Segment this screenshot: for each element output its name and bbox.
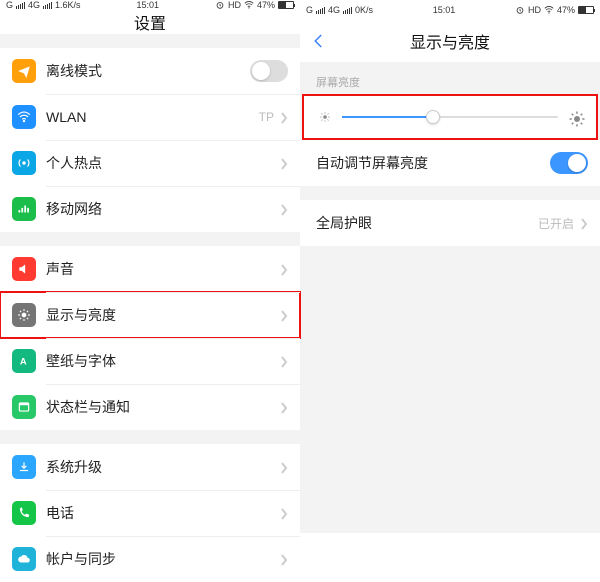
cloud-icon bbox=[12, 547, 36, 571]
hd-label: HD bbox=[528, 5, 541, 15]
settings-panel: G 4G 1.6K/s 15:01 HD 47% 设置 离线模式 WLAN TP bbox=[0, 0, 300, 533]
row-wlan[interactable]: WLAN TP bbox=[0, 94, 300, 140]
row-phone[interactable]: 电话 bbox=[0, 490, 300, 536]
group-eye: 全局护眼 已开启 bbox=[300, 200, 600, 246]
brightness-highlight bbox=[302, 94, 598, 140]
battery-icon bbox=[278, 1, 294, 9]
back-button[interactable] bbox=[310, 32, 328, 50]
row-wallpaper[interactable]: A 壁纸与字体 bbox=[0, 338, 300, 384]
wifi-icon bbox=[544, 5, 554, 15]
row-account-sync[interactable]: 帐户与同步 bbox=[0, 536, 300, 582]
row-label: 声音 bbox=[46, 259, 280, 279]
brightness-icon bbox=[12, 303, 36, 327]
row-label: 个人热点 bbox=[46, 153, 280, 173]
row-system-update[interactable]: 系统升级 bbox=[0, 444, 300, 490]
signal-icon bbox=[316, 7, 325, 14]
group-display: 声音 显示与亮度 A 壁纸与字体 状态栏与通知 bbox=[0, 246, 300, 430]
row-mobile-network[interactable]: 移动网络 bbox=[0, 186, 300, 232]
signal-icon bbox=[343, 7, 352, 14]
row-label: 移动网络 bbox=[46, 199, 280, 219]
wallpaper-icon: A bbox=[12, 349, 36, 373]
battery-pct: 47% bbox=[557, 5, 575, 15]
row-label: 全局护眼 bbox=[316, 213, 538, 233]
chevron-right-icon bbox=[280, 157, 288, 169]
net-speed: 0K/s bbox=[355, 5, 373, 15]
airplane-icon bbox=[12, 59, 36, 83]
hd-label: HD bbox=[228, 0, 241, 10]
row-label: 离线模式 bbox=[46, 61, 250, 81]
sound-icon bbox=[12, 257, 36, 281]
row-value: TP bbox=[259, 110, 274, 124]
row-label: 壁纸与字体 bbox=[46, 351, 280, 371]
slider-thumb[interactable] bbox=[426, 110, 440, 124]
group-system: 系统升级 电话 帐户与同步 bbox=[0, 444, 300, 582]
update-icon bbox=[12, 455, 36, 479]
row-label: 状态栏与通知 bbox=[46, 397, 280, 417]
clock: 15:01 bbox=[137, 0, 160, 10]
row-display-brightness[interactable]: 显示与亮度 bbox=[0, 292, 300, 338]
chevron-right-icon bbox=[280, 355, 288, 367]
signal-icon bbox=[43, 2, 52, 9]
page-title: 设置 bbox=[0, 10, 300, 34]
alarm-icon bbox=[215, 0, 225, 10]
row-label: 自动调节屏幕亮度 bbox=[316, 153, 550, 173]
carrier: G bbox=[306, 5, 313, 15]
chevron-right-icon bbox=[580, 217, 588, 229]
mobile-network-icon bbox=[12, 197, 36, 221]
chevron-right-icon bbox=[280, 507, 288, 519]
chevron-right-icon bbox=[280, 401, 288, 413]
brightness-slider[interactable] bbox=[342, 116, 558, 118]
brightness-slider-row bbox=[304, 96, 596, 138]
chevron-right-icon bbox=[280, 203, 288, 215]
row-label: WLAN bbox=[46, 109, 259, 125]
airplane-switch[interactable] bbox=[250, 60, 288, 82]
chevron-right-icon bbox=[280, 263, 288, 275]
clock: 15:01 bbox=[433, 5, 456, 15]
svg-text:A: A bbox=[20, 357, 27, 367]
carrier: G bbox=[6, 0, 13, 10]
sun-high-icon bbox=[568, 110, 582, 124]
chevron-right-icon bbox=[280, 111, 288, 123]
row-statusbar[interactable]: 状态栏与通知 bbox=[0, 384, 300, 430]
row-airplane-mode[interactable]: 离线模式 bbox=[0, 48, 300, 94]
network-type: 4G bbox=[328, 5, 340, 15]
section-brightness-title: 屏幕亮度 bbox=[300, 62, 600, 94]
sun-low-icon bbox=[318, 110, 332, 124]
auto-brightness-switch[interactable] bbox=[550, 152, 588, 174]
brightness-panel: G 4G 0K/s 15:01 HD 47% 显示与亮度 屏幕亮度 bbox=[300, 0, 600, 533]
row-label: 显示与亮度 bbox=[46, 305, 280, 325]
row-label: 电话 bbox=[46, 503, 280, 523]
wifi-icon bbox=[12, 105, 36, 129]
phone-icon bbox=[12, 501, 36, 525]
row-label: 帐户与同步 bbox=[46, 549, 280, 569]
chevron-right-icon bbox=[280, 553, 288, 565]
row-auto-brightness[interactable]: 自动调节屏幕亮度 bbox=[300, 140, 600, 186]
hotspot-icon bbox=[12, 151, 36, 175]
chevron-right-icon bbox=[280, 309, 288, 321]
chevron-right-icon bbox=[280, 461, 288, 473]
status-bar: G 4G 0K/s 15:01 HD 47% bbox=[300, 0, 600, 20]
alarm-icon bbox=[515, 5, 525, 15]
battery-pct: 47% bbox=[257, 0, 275, 10]
row-value: 已开启 bbox=[538, 215, 574, 232]
row-hotspot[interactable]: 个人热点 bbox=[0, 140, 300, 186]
row-sound[interactable]: 声音 bbox=[0, 246, 300, 292]
net-speed: 1.6K/s bbox=[55, 0, 81, 10]
network-type: 4G bbox=[28, 0, 40, 10]
page-title: 显示与亮度 bbox=[300, 20, 600, 62]
status-bar: G 4G 1.6K/s 15:01 HD 47% bbox=[0, 0, 300, 10]
row-global-eye[interactable]: 全局护眼 已开启 bbox=[300, 200, 600, 246]
battery-icon bbox=[578, 6, 594, 14]
wifi-icon bbox=[244, 0, 254, 10]
statusbar-icon bbox=[12, 395, 36, 419]
row-label: 系统升级 bbox=[46, 457, 280, 477]
signal-icon bbox=[16, 2, 25, 9]
group-connectivity: 离线模式 WLAN TP 个人热点 移动网络 bbox=[0, 48, 300, 232]
